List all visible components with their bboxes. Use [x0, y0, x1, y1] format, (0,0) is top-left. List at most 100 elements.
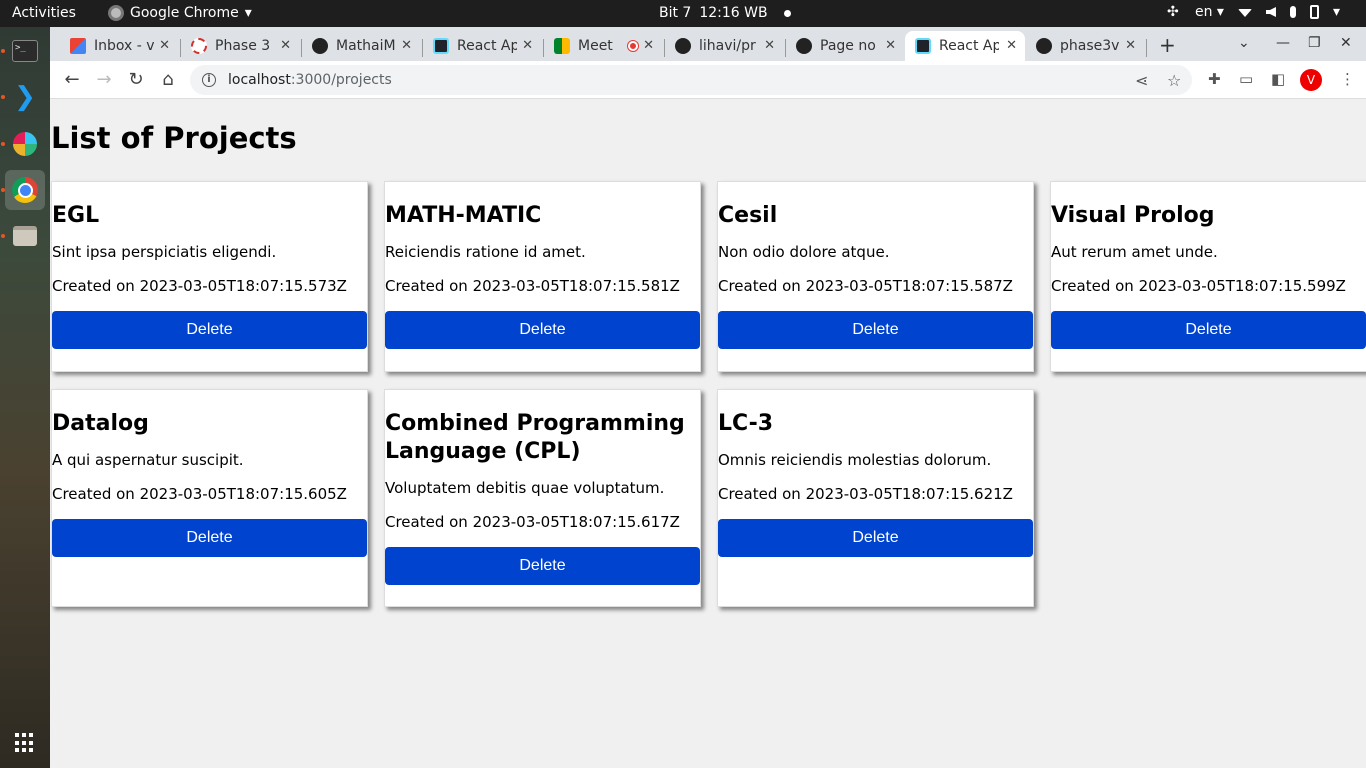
github-icon — [675, 38, 691, 54]
tab-lihavi[interactable]: lihavi/pr ✕ — [665, 31, 783, 61]
app-menu-label: Google Chrome — [130, 5, 239, 21]
app-menu[interactable]: Google Chrome ▾ — [108, 5, 252, 21]
tab-label: Page no — [820, 38, 876, 54]
extensions-icon[interactable]: ✚ — [1208, 70, 1221, 88]
chevron-down-icon: ▾ — [244, 5, 252, 21]
minimize-icon[interactable]: — — [1276, 35, 1290, 51]
tab-search-chevron-icon[interactable]: ⌄ — [1238, 35, 1250, 51]
language-label: en — [1194, 4, 1213, 20]
close-icon[interactable]: ✕ — [643, 38, 654, 53]
folder-icon — [13, 226, 37, 246]
tab-meet[interactable]: Meet ✕ — [544, 31, 662, 61]
delete-button[interactable]: Delete — [718, 519, 1033, 557]
delete-button[interactable]: Delete — [385, 311, 700, 349]
project-created-on: Created on 2023-03-05T18:07:15.587Z — [718, 277, 1013, 295]
notification-dot-icon — [783, 9, 791, 17]
side-panel-icon[interactable]: ◧ — [1271, 70, 1285, 88]
close-icon[interactable]: ✕ — [885, 38, 896, 53]
tab-page-not-found[interactable]: Page no ✕ — [786, 31, 904, 61]
delete-button[interactable]: Delete — [1051, 311, 1366, 349]
clock[interactable]: Bit 7 12:16 WB — [659, 5, 791, 21]
address-path: :3000/projects — [290, 72, 392, 88]
project-created-on: Created on 2023-03-05T18:07:15.573Z — [52, 277, 347, 295]
forward-icon[interactable]: → — [93, 69, 115, 90]
dock-files[interactable] — [5, 216, 45, 256]
language-indicator[interactable]: en ▾ — [1195, 4, 1224, 20]
vscode-icon: ❯ — [14, 82, 36, 112]
restore-icon[interactable]: ❐ — [1308, 35, 1321, 51]
tab-phase3v[interactable]: phase3v ✕ — [1026, 31, 1144, 61]
close-icon[interactable]: ✕ — [280, 38, 291, 53]
close-icon[interactable]: ✕ — [1125, 38, 1136, 53]
project-created-on: Created on 2023-03-05T18:07:15.621Z — [718, 485, 1013, 503]
github-icon — [796, 38, 812, 54]
back-icon[interactable]: ← — [61, 69, 83, 90]
project-description: Voluptatem debitis quae voluptatum. — [385, 479, 665, 497]
clock-day: Bit 7 — [659, 5, 692, 21]
close-icon[interactable]: ✕ — [159, 38, 170, 53]
project-name: LC-3 — [718, 411, 774, 436]
project-card: Combined Programming Language (CPL) Volu… — [384, 389, 701, 607]
close-window-icon[interactable]: ✕ — [1340, 35, 1352, 51]
project-description: Aut rerum amet unde. — [1051, 243, 1218, 261]
project-description: Non odio dolore atque. — [718, 243, 890, 261]
slack-tray-icon[interactable]: ✣ — [1167, 5, 1181, 19]
show-applications-icon[interactable] — [15, 733, 35, 753]
reload-icon[interactable]: ↻ — [125, 69, 147, 90]
tab-strip: Inbox - v ✕ Phase 3 ✕ MathaiM ✕ React Ap… — [50, 27, 1366, 61]
site-info-icon[interactable]: i — [202, 73, 216, 87]
project-created-on: Created on 2023-03-05T18:07:15.581Z — [385, 277, 680, 295]
delete-button[interactable]: Delete — [718, 311, 1033, 349]
more-menu-icon[interactable]: ⋮ — [1340, 70, 1355, 88]
terminal-icon: >_ — [12, 40, 38, 62]
close-icon[interactable]: ✕ — [1006, 38, 1017, 53]
microphone-icon[interactable] — [1289, 6, 1296, 18]
delete-button[interactable]: Delete — [385, 547, 700, 585]
tab-label: phase3v — [1060, 38, 1120, 54]
tab-react-app-active[interactable]: React Ap ✕ — [905, 31, 1025, 61]
project-card: Datalog A qui aspernatur suscipit. Creat… — [51, 389, 368, 607]
home-icon[interactable]: ⌂ — [157, 69, 179, 90]
wifi-icon[interactable] — [1237, 9, 1252, 17]
new-tab-icon[interactable]: + — [1159, 33, 1176, 57]
page-title: List of Projects — [51, 121, 297, 155]
share-icon[interactable]: ⋖ — [1135, 71, 1148, 90]
tab-inbox[interactable]: Inbox - v ✕ — [60, 31, 178, 61]
page-content: List of Projects EGL Sint ipsa perspicia… — [50, 100, 1366, 768]
dock-vscode[interactable]: ❯ — [5, 77, 45, 117]
tab-react-app-1[interactable]: React Ap ✕ — [423, 31, 541, 61]
project-name: EGL — [52, 203, 100, 228]
profile-avatar[interactable]: V — [1300, 69, 1322, 91]
project-card: Visual Prolog Aut rerum amet unde. Creat… — [1050, 181, 1366, 372]
project-name: Visual Prolog — [1051, 203, 1215, 228]
browser-toolbar: ← → ↻ ⌂ i localhost:3000/projects ⋖ ☆ ✚ … — [50, 61, 1366, 99]
activities-button[interactable]: Activities — [12, 5, 76, 21]
system-tray[interactable]: ✣ en ▾ ▾ — [1167, 4, 1340, 20]
project-name: Datalog — [52, 411, 149, 436]
project-description: Reiciendis ratione id amet. — [385, 243, 586, 261]
clock-time: 12:16 WB — [699, 5, 768, 21]
dock-terminal[interactable]: >_ — [5, 31, 45, 71]
project-card: MATH-MATIC Reiciendis ratione id amet. C… — [384, 181, 701, 372]
delete-button[interactable]: Delete — [52, 519, 367, 557]
cast-icon[interactable]: ▭ — [1239, 70, 1253, 88]
delete-button[interactable]: Delete — [52, 311, 367, 349]
tab-label: Inbox - v — [94, 38, 154, 54]
github-icon — [1036, 38, 1052, 54]
dock-slack[interactable] — [5, 124, 45, 164]
project-created-on: Created on 2023-03-05T18:07:15.617Z — [385, 513, 680, 531]
dock-chrome[interactable] — [5, 170, 45, 210]
address-bar[interactable]: i localhost:3000/projects ⋖ ☆ — [190, 65, 1192, 95]
project-description: Sint ipsa perspiciatis eligendi. — [52, 243, 277, 261]
bookmark-star-icon[interactable]: ☆ — [1167, 71, 1181, 90]
battery-icon[interactable] — [1309, 5, 1319, 19]
close-icon[interactable]: ✕ — [522, 38, 533, 53]
system-menu-chevron-icon[interactable]: ▾ — [1333, 4, 1340, 20]
tab-phase3[interactable]: Phase 3 ✕ — [181, 31, 299, 61]
close-icon[interactable]: ✕ — [401, 38, 412, 53]
github-icon — [312, 38, 328, 54]
close-icon[interactable]: ✕ — [764, 38, 775, 53]
tab-mathaim[interactable]: MathaiM ✕ — [302, 31, 420, 61]
volume-icon[interactable] — [1265, 7, 1276, 17]
phase-icon — [191, 38, 207, 54]
